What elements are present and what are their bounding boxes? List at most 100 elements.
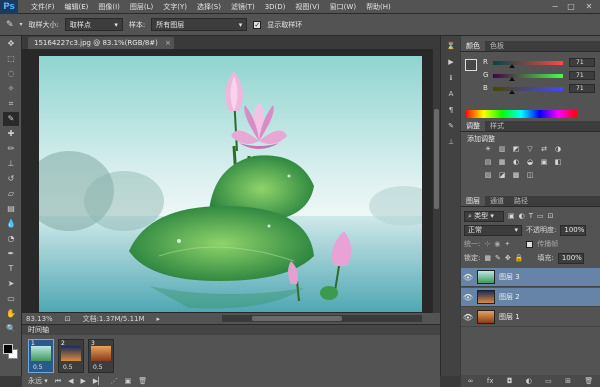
lock-pixels-icon[interactable]: ✎: [495, 254, 501, 262]
first-frame-icon[interactable]: ⏮: [55, 377, 61, 386]
horizontal-scroll-thumb[interactable]: [252, 316, 342, 321]
menu-edit[interactable]: 编辑(E): [60, 2, 94, 12]
timeline-frame-2[interactable]: 2 0.5: [58, 339, 84, 373]
horizontal-scrollbar[interactable]: [222, 315, 422, 322]
menu-filter[interactable]: 滤镜(T): [226, 2, 260, 12]
green-slider[interactable]: [493, 74, 563, 78]
menu-3d[interactable]: 3D(D): [260, 3, 291, 11]
pixel-filter-icon[interactable]: ▣: [508, 212, 515, 220]
menu-view[interactable]: 视图(V): [290, 2, 324, 12]
blur-tool-icon[interactable]: 💧: [3, 217, 19, 231]
vibrance-icon[interactable]: ⇄: [539, 145, 549, 154]
tab-layers[interactable]: 图层: [461, 196, 485, 206]
opacity-field[interactable]: 100%: [560, 224, 587, 236]
info-icon[interactable]: ℹ: [444, 72, 458, 84]
document-tab[interactable]: 15164227c3.jpg @ 83.1%(RGB/8#) ×: [28, 37, 174, 49]
eraser-tool-icon[interactable]: ▱: [3, 187, 19, 201]
next-frame-icon[interactable]: ▶▏: [93, 377, 104, 385]
pen-tool-icon[interactable]: ✒: [3, 247, 19, 261]
black-white-icon[interactable]: ▦: [497, 158, 507, 167]
smart-filter-icon[interactable]: ⊡: [548, 212, 554, 220]
layer-name[interactable]: 图层 1: [499, 312, 520, 322]
crop-tool-icon[interactable]: ⌗: [3, 97, 19, 111]
previous-frame-icon[interactable]: ◀: [68, 377, 73, 385]
close-icon[interactable]: ×: [165, 37, 171, 49]
red-slider[interactable]: [493, 61, 563, 65]
foreground-color-chip[interactable]: [465, 59, 477, 71]
character-icon[interactable]: A: [444, 88, 458, 100]
sample-select[interactable]: 所有图层 ▾: [151, 18, 248, 31]
layer-row[interactable]: 👁 图层 2: [461, 288, 600, 307]
delete-frame-icon[interactable]: 🗑: [138, 377, 147, 385]
visibility-eye-icon[interactable]: 👁: [461, 313, 475, 322]
blue-slider-knob[interactable]: [509, 90, 516, 94]
move-tool-icon[interactable]: ✥: [3, 37, 19, 51]
frame-delay[interactable]: 0.5: [63, 364, 73, 371]
lock-transparent-icon[interactable]: ▦: [484, 254, 491, 262]
vertical-scroll-thumb[interactable]: [434, 109, 439, 209]
red-slider-knob[interactable]: [509, 64, 516, 68]
posterize-icon[interactable]: ▨: [483, 171, 493, 180]
path-select-tool-icon[interactable]: ➤: [3, 277, 19, 291]
lock-position-icon[interactable]: ✥: [505, 254, 511, 262]
zoom-tool-icon[interactable]: 🔍: [3, 322, 19, 336]
eyedropper-tool-icon[interactable]: ✎: [3, 112, 19, 126]
menu-window[interactable]: 窗口(W): [325, 2, 361, 12]
color-spectrum[interactable]: [465, 110, 577, 118]
tab-adjustments[interactable]: 调整: [461, 121, 485, 131]
clone-source-icon[interactable]: ⊥: [444, 136, 458, 148]
sample-size-select[interactable]: 取样点 ▾: [64, 18, 123, 31]
eyedropper-tool-icon[interactable]: ✎: [6, 20, 14, 30]
layer-name[interactable]: 图层 2: [499, 292, 520, 302]
tab-swatches[interactable]: 色板: [485, 41, 509, 51]
duplicate-frame-icon[interactable]: ▣: [125, 377, 132, 385]
threshold-icon[interactable]: ◪: [497, 171, 507, 180]
color-lookup-icon[interactable]: ▣: [539, 158, 549, 167]
marquee-tool-icon[interactable]: ⬚: [3, 52, 19, 66]
frame-delay[interactable]: 0.5: [93, 364, 103, 371]
lasso-tool-icon[interactable]: ◌: [3, 67, 19, 81]
visibility-eye-icon[interactable]: 👁: [461, 273, 475, 282]
layer-style-icon[interactable]: fx: [487, 377, 494, 385]
shape-filter-icon[interactable]: ▭: [537, 212, 544, 220]
exposure-icon[interactable]: ▽: [525, 145, 535, 154]
link-layers-icon[interactable]: ∞: [468, 377, 474, 385]
blend-mode-select[interactable]: 正常 ▾: [464, 224, 522, 236]
gradient-map-icon[interactable]: ▩: [511, 171, 521, 180]
menu-type[interactable]: 文字(Y): [158, 2, 192, 12]
levels-icon[interactable]: ▥: [497, 145, 507, 154]
status-menu-icon[interactable]: ▸: [157, 315, 161, 323]
timeline-frame-1[interactable]: 1 0.5: [28, 339, 54, 373]
new-layer-icon[interactable]: ⊞: [565, 377, 571, 385]
visibility-eye-icon[interactable]: 👁: [461, 293, 475, 302]
type-tool-icon[interactable]: T: [3, 262, 19, 276]
menu-layer[interactable]: 图层(L): [125, 2, 158, 12]
close-window-button[interactable]: ✕: [582, 1, 596, 12]
gradient-tool-icon[interactable]: ▤: [3, 202, 19, 216]
timeline-frame-3[interactable]: 3 0.5: [88, 339, 114, 373]
brush-tool-icon[interactable]: ✏: [3, 142, 19, 156]
frame-delay[interactable]: 0.5: [33, 364, 43, 371]
unify-style-icon[interactable]: ✦: [504, 240, 510, 248]
blue-value[interactable]: 71: [569, 84, 595, 93]
menu-select[interactable]: 选择(S): [192, 2, 226, 12]
foreground-color-swatch[interactable]: [3, 344, 13, 354]
export-icon[interactable]: ⊡: [65, 315, 71, 323]
vertical-scrollbar[interactable]: [432, 49, 440, 313]
layer-row[interactable]: 👁 图层 3: [461, 268, 600, 287]
history-brush-tool-icon[interactable]: ↺: [3, 172, 19, 186]
layer-kind-filter[interactable]: ⌕ 类型 ▾: [464, 210, 504, 222]
new-adjustment-icon[interactable]: ◐: [526, 377, 532, 385]
unify-position-icon[interactable]: ⊹: [484, 240, 490, 248]
invert-icon[interactable]: ◧: [553, 158, 563, 167]
propagate-checkbox[interactable]: [526, 240, 534, 248]
maximize-button[interactable]: □: [564, 1, 578, 12]
tab-color[interactable]: 颜色: [461, 41, 485, 51]
unify-visibility-icon[interactable]: ◉: [494, 240, 500, 248]
color-balance-icon[interactable]: ▤: [483, 158, 493, 167]
zoom-level[interactable]: 83.13%: [26, 315, 53, 323]
photo-filter-icon[interactable]: ◐: [511, 158, 521, 167]
paragraph-icon[interactable]: ¶: [444, 104, 458, 116]
tab-paths[interactable]: 路径: [509, 196, 533, 206]
green-slider-knob[interactable]: [509, 77, 516, 81]
